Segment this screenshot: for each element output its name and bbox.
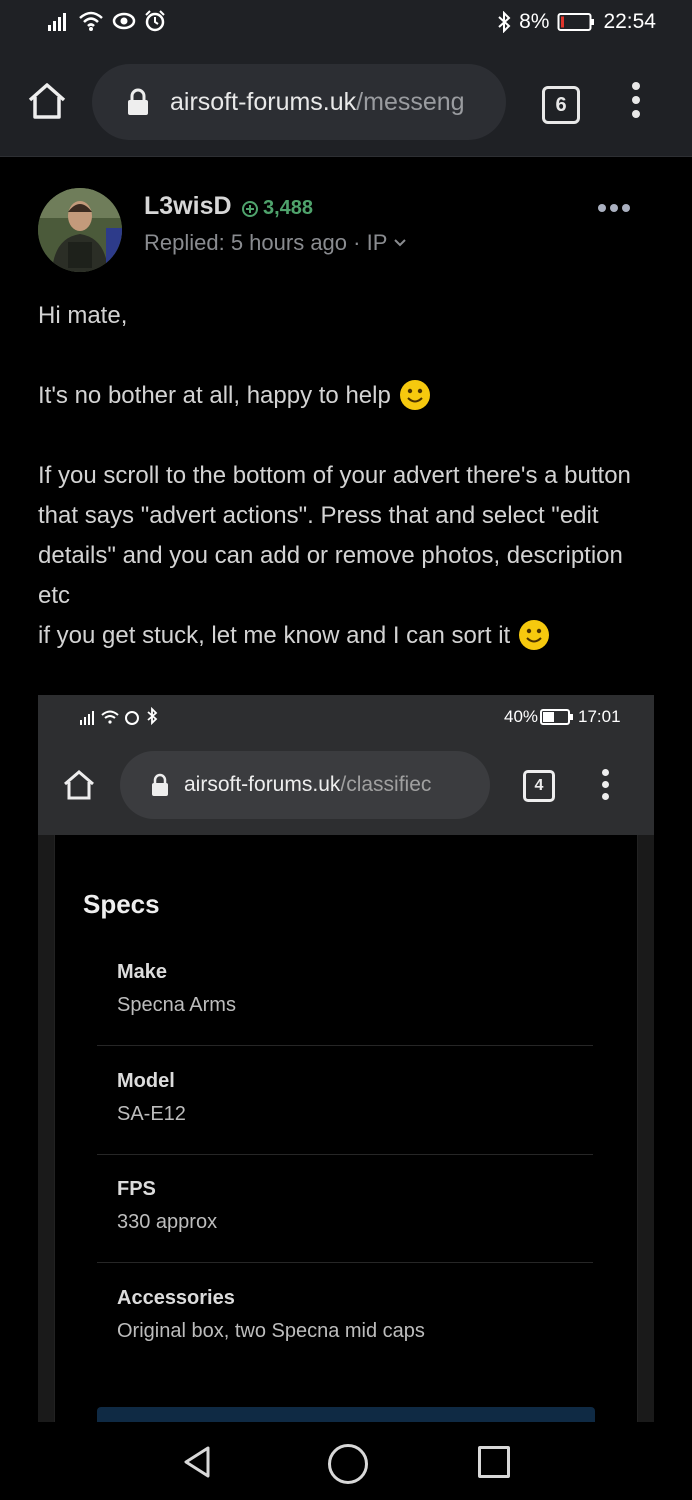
divider	[97, 1154, 593, 1155]
post-meta-text: Replied: 5 hours ago · IP	[144, 230, 388, 255]
embedded-clock: 17:01	[578, 707, 621, 726]
status-icons-left	[46, 10, 166, 32]
reputation-badge: 3,488	[242, 197, 313, 220]
spec-key: Accessories	[117, 1287, 235, 1309]
clock: 22:54	[603, 10, 656, 33]
overflow-menu-icon[interactable]	[630, 82, 642, 124]
embedded-battery-percent: 40%	[504, 707, 539, 726]
smiley-emoji-icon	[519, 620, 550, 650]
more-options-icon[interactable]	[598, 204, 630, 212]
embedded-address-bar: airsoft-forums.uk/classifiec	[120, 751, 490, 819]
embedded-battery-icon	[540, 709, 573, 725]
embedded-status-icons	[80, 707, 158, 726]
browser-toolbar: airsoft-forums.uk/messeng 6	[0, 48, 692, 157]
alarm-icon	[145, 10, 165, 32]
embedded-menu-icon	[600, 769, 610, 805]
embedded-browser-toolbar: airsoft-forums.uk/classifiec 4	[38, 739, 654, 835]
smiley-emoji-icon	[399, 380, 430, 410]
status-icons-right: 8% 22:54	[497, 10, 656, 34]
spec-item: Model SA-E12	[117, 1070, 593, 1126]
spec-item: Make Specna Arms	[117, 961, 593, 1017]
embedded-lock-icon	[152, 773, 168, 796]
reputation-count: 3,488	[263, 197, 314, 219]
embedded-url-text: airsoft-forums.uk/classifiec	[184, 773, 431, 797]
username[interactable]: L3wisD	[144, 192, 232, 221]
spec-value: 330 approx	[117, 1211, 218, 1233]
spec-key: Make	[117, 961, 168, 983]
specs-title: Specs	[83, 889, 160, 919]
recent-apps-icon[interactable]	[478, 1446, 510, 1478]
spec-item: FPS 330 approx	[117, 1178, 593, 1234]
embedded-url-host: airsoft-forums.uk	[184, 773, 341, 796]
embedded-tab-count: 4	[523, 770, 555, 802]
bluetooth-icon	[498, 11, 511, 33]
divider	[97, 1262, 593, 1263]
back-icon[interactable]	[180, 1444, 216, 1480]
specs-card: Specs Make Specna Arms Model SA-E12 FPS …	[54, 835, 638, 1422]
divider	[97, 1045, 593, 1046]
chevron-down-icon	[394, 239, 407, 247]
nav-home-icon[interactable]	[328, 1444, 368, 1484]
spec-key: Model	[117, 1070, 175, 1092]
lock-icon	[128, 88, 148, 115]
battery-percent: 8%	[519, 10, 550, 33]
spec-value: SA-E12	[117, 1103, 186, 1125]
post-meta[interactable]: Replied: 5 hours ago · IP	[144, 230, 407, 256]
spec-key: FPS	[117, 1178, 156, 1200]
spec-value: Original box, two Specna mid caps	[117, 1320, 425, 1342]
spec-value: Specna Arms	[117, 994, 236, 1016]
url-host: airsoft-forums.uk	[170, 87, 357, 116]
url-path: /messeng	[356, 87, 465, 116]
post-line-2-text: It's no bother at all, happy to help	[38, 382, 391, 409]
post-body: Hi mate, It's no bother at all, happy to…	[38, 296, 658, 656]
url-text: airsoft-forums.uk/messeng	[170, 88, 465, 117]
tab-switcher-button[interactable]: 6	[542, 86, 580, 124]
eye-icon	[112, 12, 136, 30]
avatar[interactable]	[38, 188, 122, 272]
post-line-greeting: Hi mate,	[38, 302, 128, 329]
plus-circle-icon	[242, 200, 258, 217]
post-line-2: It's no bother at all, happy to help	[38, 376, 658, 416]
avatar-image	[38, 188, 122, 272]
spec-item: Accessories Original box, two Specna mid…	[117, 1287, 593, 1343]
embedded-url-path: /classifiec	[340, 773, 432, 796]
post-line-4: if you get stuck, let me know and I can …	[38, 616, 658, 656]
post-line-4-text: if you get stuck, let me know and I can …	[38, 622, 511, 649]
wifi-icon	[79, 11, 103, 31]
battery-icon	[557, 13, 595, 31]
system-nav-bar	[0, 1422, 692, 1500]
attached-screenshot[interactable]: 40% 17:01 airsoft-forums.uk/classifiec 4…	[38, 695, 654, 1422]
embedded-cut-off-button	[97, 1407, 595, 1422]
embedded-status-bar: 40% 17:01	[38, 695, 654, 739]
address-bar[interactable]: airsoft-forums.uk/messeng	[92, 64, 506, 140]
home-icon[interactable]	[26, 80, 68, 122]
signal-icon	[48, 13, 66, 31]
post-line-3: If you scroll to the bottom of your adve…	[38, 462, 631, 609]
status-bar: 8% 22:54	[0, 0, 692, 48]
embedded-page-content: Specs Make Specna Arms Model SA-E12 FPS …	[38, 835, 654, 1422]
embedded-home-icon	[64, 770, 94, 800]
